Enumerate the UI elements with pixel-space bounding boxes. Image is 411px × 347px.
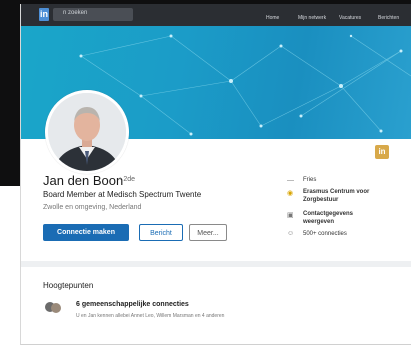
sidebar-education-line1[interactable]: Erasmus Centrum voor [303,189,369,195]
connections-count[interactable]: 500+ connecties [303,231,347,237]
mutual-connections-title[interactable]: 6 gemeenschappelijke connecties [76,301,189,308]
profile-avatar[interactable] [45,90,129,174]
linkedin-logo-icon[interactable]: in [39,8,49,21]
more-button[interactable]: Meer... [189,224,227,241]
contact-info-line1[interactable]: Contactgegevens [303,211,353,217]
school-icon: ◉ [287,190,294,197]
mutual-connections-icon [45,302,61,313]
avatar-portrait [48,93,126,171]
section-divider [21,261,411,267]
search-input[interactable]: n zoeken [53,8,133,21]
briefcase-icon: — [287,177,294,184]
sidebar-language: Fries [303,177,317,183]
browser-screen: in n zoeken Home Mijn netwerk Vacatures … [20,4,411,345]
profile-name: Jan den Boon [43,173,124,188]
contact-info-line2[interactable]: weergeven [303,219,334,225]
top-navbar: in n zoeken Home Mijn netwerk Vacatures … [21,4,411,26]
connect-button[interactable]: Connectie maken [43,224,129,241]
people-icon: ☺ [287,230,295,237]
sidebar-education-line2[interactable]: Zorgbestuur [303,197,338,203]
nav-jobs[interactable]: Vacatures [339,15,361,21]
profile-location: Zwolle en omgeving, Nederland [43,204,142,211]
connection-degree: • 2de [119,176,136,183]
contact-card-icon: ▣ [287,212,294,219]
nav-messages[interactable]: Berichten [378,15,399,21]
nav-home[interactable]: Home [266,15,279,21]
message-button[interactable]: Bericht [139,224,183,241]
profile-headline: Board Member at Medisch Spectrum Twente [43,190,202,199]
highlights-title: Hoogtepunten [43,281,94,290]
search-placeholder: n zoeken [63,10,88,16]
mutual-connections-subtitle: U en Jan kennen allebei Annet Leo, Wille… [76,313,225,319]
linkedin-badge-icon[interactable]: in [375,145,389,159]
nav-my-network[interactable]: Mijn netwerk [298,15,326,21]
